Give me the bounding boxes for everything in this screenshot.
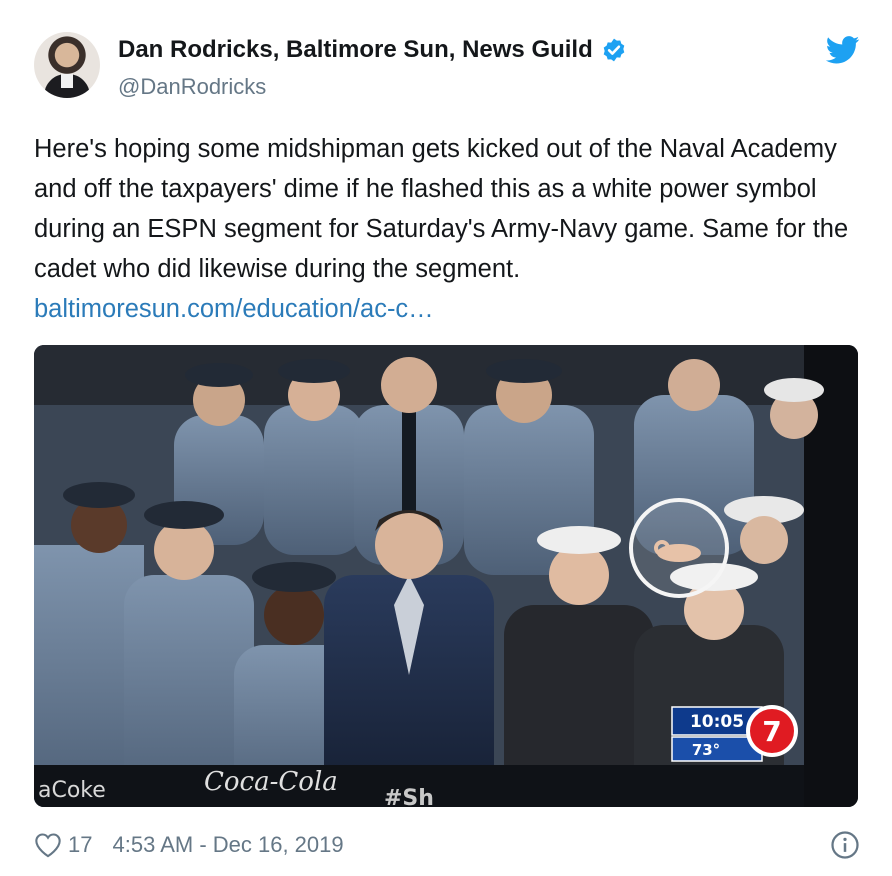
- station-logo: 7: [762, 715, 781, 748]
- tweet-text: Here's hoping some midshipman gets kicke…: [34, 129, 864, 329]
- author-handle[interactable]: @DanRodricks: [118, 74, 266, 100]
- tweet-header: Dan Rodricks, Baltimore Sun, News Guild …: [34, 30, 864, 110]
- hand-gesture-highlight: [629, 498, 729, 598]
- tweet-footer: 17 4:53 AM - Dec 16, 2019: [34, 830, 864, 860]
- info-icon[interactable]: [830, 830, 860, 860]
- author-avatar[interactable]: [34, 32, 100, 98]
- like-count[interactable]: 17: [68, 832, 92, 858]
- tweet-link[interactable]: baltimoresun.com/education/ac-c…: [34, 295, 434, 323]
- avatar-collar: [61, 74, 73, 88]
- verified-badge-icon: [603, 38, 625, 62]
- tweet-body: Here's hoping some midshipman gets kicke…: [34, 135, 849, 283]
- twitter-bird-icon[interactable]: [826, 36, 860, 64]
- heart-icon[interactable]: [34, 832, 62, 858]
- broadcast-time: 10:05: [690, 712, 744, 732]
- broadcast-scene: aCoke Coca-Cola #Sh 10:05 73° 7: [34, 345, 858, 807]
- tweet-timestamp[interactable]: 4:53 AM - Dec 16, 2019: [112, 832, 343, 858]
- banner-hashtag: #Sh: [384, 786, 434, 807]
- station-overlay: 10:05 73° 7: [671, 705, 798, 762]
- tweet-media-image[interactable]: aCoke Coca-Cola #Sh 10:05 73° 7: [34, 345, 858, 807]
- sponsor-logo: Coca-Cola: [204, 767, 338, 797]
- broadcast-temp: 73°: [692, 741, 720, 759]
- author-display-name[interactable]: Dan Rodricks, Baltimore Sun, News Guild: [118, 36, 593, 64]
- banner-left-text: aCoke: [38, 778, 106, 803]
- author-name-row: Dan Rodricks, Baltimore Sun, News Guild: [118, 36, 627, 64]
